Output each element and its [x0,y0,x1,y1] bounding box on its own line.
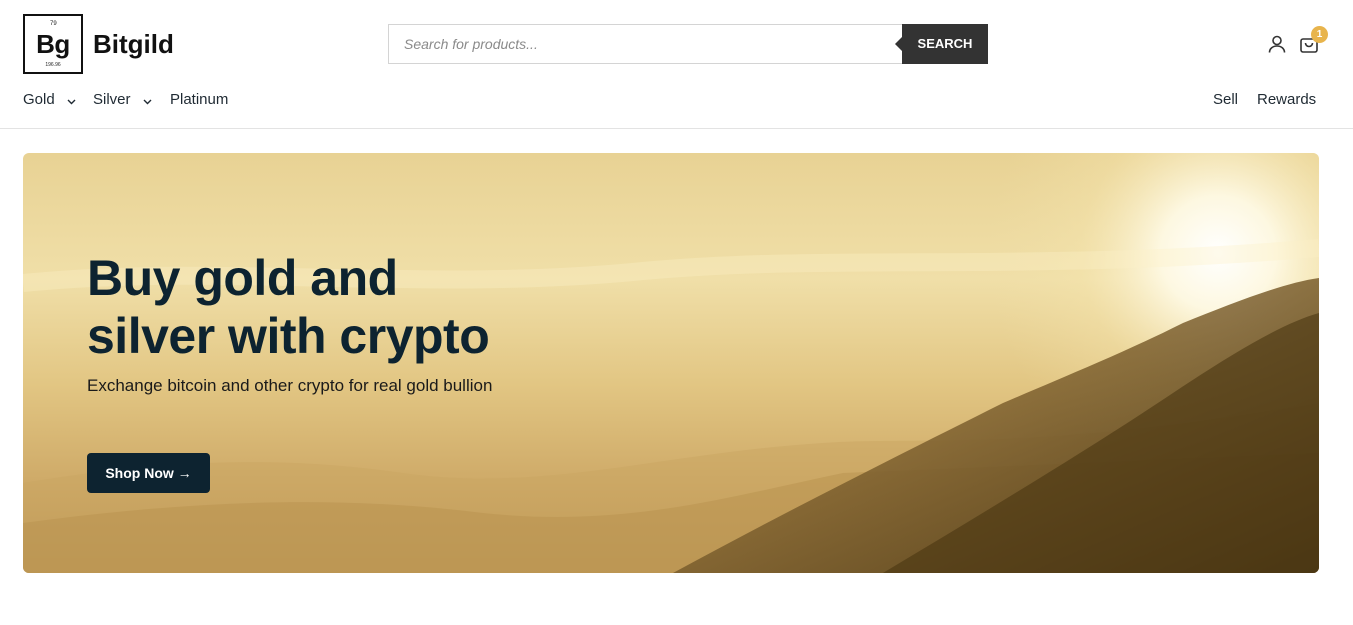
search-form: SEARCH [388,24,988,64]
logo[interactable]: 79 Bg 196.96 [23,14,83,74]
chevron-down-icon [143,92,152,109]
search-button[interactable]: SEARCH [895,24,988,64]
hero-title-line-1: Buy gold and [87,250,398,306]
brand-name[interactable]: Bitgild [93,29,174,60]
nav-item-gold[interactable]: Gold [23,91,76,109]
nav-item-label: Silver [93,91,131,108]
user-icon[interactable] [1266,33,1288,55]
hero-subtitle: Exchange bitcoin and other crypto for re… [87,376,493,395]
shop-now-button[interactable]: Shop Now → [87,453,210,493]
logo-atomic-number: 79 [50,21,57,27]
site-header: 79 Bg 196.96 Bitgild SEARCH 1 Gold Silve… [0,0,1353,129]
logo-symbol: Bg [36,29,70,59]
search-input[interactable] [388,24,902,64]
cart-count-badge: 1 [1311,26,1328,43]
chevron-down-icon [67,92,76,109]
nav-item-label: Sell [1213,91,1239,108]
nav-item-label: Platinum [170,91,229,108]
hero-title: Buy gold and silver with crypto [87,249,587,365]
hero-title-line-2: silver with crypto [87,308,490,364]
nav-item-sell[interactable]: Sell [1213,91,1238,108]
hero-banner: Buy gold and silver with crypto Exchange… [23,153,1319,573]
nav-item-label: Rewards [1257,91,1317,108]
nav-item-label: Gold [23,91,55,108]
logo-atomic-mass: 196.96 [45,62,61,68]
nav-item-platinum[interactable]: Platinum [170,91,228,108]
nav-item-rewards[interactable]: Rewards [1257,91,1316,108]
nav-item-silver[interactable]: Silver [93,91,152,109]
